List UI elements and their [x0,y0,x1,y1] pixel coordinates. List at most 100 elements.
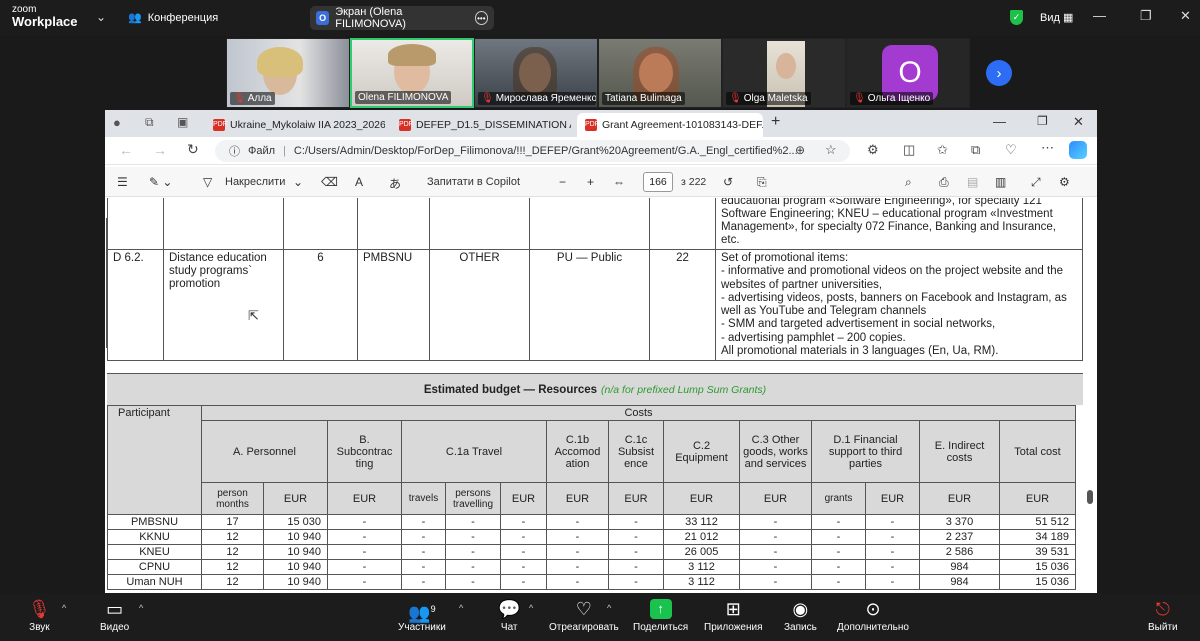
personnel-eur-cell: 10 940 [263,544,328,560]
more-icon[interactable]: ••• [474,11,488,25]
participant-name: 🎙 Мирослава Яременко... [478,92,596,105]
view-button[interactable]: Вид ▦ [1040,11,1073,24]
indirect-cell: 984 [919,574,1000,590]
new-tab-icon[interactable]: + [771,113,780,131]
rotate-icon[interactable]: ↺ [723,175,733,189]
eur-header: EUR [608,482,664,515]
ask-copilot-button[interactable]: Запитати в Copilot [427,176,520,188]
participant-tile[interactable]: O 🎙 Ольга Іщенко [846,38,970,108]
close-icon[interactable]: ✕ [1073,114,1084,130]
total-cell: 15 036 [999,559,1076,575]
read-aloud-icon[interactable]: A [355,175,363,189]
person-months-cell: 17 [201,514,264,530]
shield-check-icon[interactable]: ✓ [1010,10,1023,25]
deliverable-lead: PMBSNU [357,248,430,362]
extensions-icon[interactable]: ⚙ [867,142,879,158]
travels-cell: - [401,529,446,545]
minimize-icon[interactable]: — [993,114,1006,129]
search-icon[interactable]: ⌕ [905,175,912,190]
page-number-input[interactable]: 166 [643,172,673,192]
draw-icon[interactable]: ▽ [203,175,212,189]
equipment-cell: 3 112 [663,559,740,575]
subcontracting-cell: - [327,529,402,545]
tab-defep[interactable]: PDF DEFEP_D1.5_DISSEMINATION AN... ✕ [391,113,571,137]
screen-share-pill[interactable]: O Экран (Olena FILIMONOVA) ••• [310,6,494,30]
minimize-icon[interactable]: — [1093,8,1106,23]
mic-muted-icon: 🎙 [729,93,742,104]
copilot-icon[interactable] [1069,141,1087,159]
participant-tile-active[interactable]: Olena FILIMONOVA [350,38,474,108]
tab-grant-agreement[interactable]: PDF Grant Agreement-101083143-DEF... ✕ [577,113,763,137]
chat-button[interactable]: 💬 Чат [498,599,520,633]
split-screen-icon[interactable]: ◫ [903,142,915,158]
chevron-up-icon[interactable]: ^ [607,603,611,613]
share-button[interactable]: ↑ Поделиться [633,599,688,633]
record-button[interactable]: ◉ Запись [784,599,817,633]
desc-line: - advertising pamphlet – 200 copies. [721,331,906,344]
video-button[interactable]: ▭ Видео [100,599,129,633]
accommodation-cell: - [546,529,609,545]
save-as-icon[interactable]: ▥ [995,175,1006,189]
leave-button[interactable]: ⎋ Выйти [1148,599,1178,633]
close-icon[interactable]: ✕ [1180,8,1191,24]
chevron-up-icon[interactable]: ^ [529,603,533,613]
draw-label[interactable]: Накреслити [225,176,285,188]
chevron-up-icon[interactable]: ^ [62,603,66,613]
tab-actions-icon[interactable]: ▣ [177,115,188,129]
tab-ukraine[interactable]: PDF Ukraine_Mykolaiw IIA 2023_2026... ✕ [205,113,385,137]
travels-header: travels [401,482,446,515]
next-page-icon[interactable]: › [986,60,1012,86]
chevron-up-icon[interactable]: ^ [139,603,143,613]
chevron-up-icon[interactable]: ^ [459,603,463,613]
desc-line: Set of promotional items: [721,252,849,264]
chevron-down-icon[interactable]: ⌄ [293,175,303,189]
highlight-icon[interactable]: ✎ ⌄ [149,175,172,189]
budget-table: Participant Costs A. Personnel B. Subcon… [107,405,1076,590]
url-field[interactable]: ⓘ Файл | C:/Users/Admin/Desktop/ForDep_F… [215,140,850,162]
favorites-icon[interactable]: ✩ [937,142,948,158]
save-icon[interactable]: ▤ [967,175,978,189]
menu-more-icon[interactable]: ⋯ [1041,140,1054,156]
forward-icon[interactable]: → [153,142,167,158]
zoom-icon[interactable]: ⊕ [795,143,805,157]
refresh-icon[interactable]: ↻ [187,141,199,158]
chevron-down-icon[interactable]: ⌄ [96,10,106,24]
print-icon[interactable]: ⎙ [939,175,949,190]
shared-browser-window: ● ⧉ ▣ PDF Ukraine_Mykolaiw IIA 2023_2026… [105,110,1097,593]
participants-button[interactable]: 👥9 Участники [398,599,446,633]
fit-width-icon[interactable]: ⇔ [613,175,625,189]
contents-icon[interactable]: ☰ [117,175,128,189]
scrollbar[interactable] [1087,198,1093,593]
subcontracting-cell: - [327,544,402,560]
participant-tile[interactable]: Tatiana Bulimaga [598,38,722,108]
page-view-icon[interactable]: ⎘ [757,175,767,190]
apps-button[interactable]: ⊞ Приложения [704,599,763,633]
audio-button[interactable]: 🎙 Звук [28,599,51,633]
scrollbar-thumb[interactable] [1087,490,1093,504]
settings-icon[interactable]: ⚙ [1059,175,1070,189]
favorite-star-icon[interactable]: ☆ [825,142,837,158]
participant-tile[interactable]: 🎙 Алла [226,38,350,108]
participant-tile[interactable]: 🎙 Olga Maletska [722,38,846,108]
zoom-out-icon[interactable]: − [559,175,566,189]
eraser-icon[interactable]: ⌫ [321,175,338,189]
back-icon[interactable]: ← [119,142,133,158]
restore-icon[interactable]: ❐ [1037,114,1048,128]
collections-icon[interactable]: ⧉ [971,142,980,158]
workspaces-icon[interactable]: ⧉ [145,115,154,130]
desc-line: - informative and promotional videos on … [721,265,1064,278]
translate-icon[interactable]: あ [389,175,401,192]
tab-label: Ukraine_Mykolaiw IIA 2023_2026... [230,119,385,131]
indirect-cell: 3 370 [919,514,1000,530]
more-button[interactable]: ⊙ Дополнительно [837,599,909,633]
performance-icon[interactable]: ♡ [1005,142,1017,158]
zoom-in-icon[interactable]: + [587,175,594,189]
profile-icon[interactable]: ● [113,115,121,130]
participant-tile[interactable]: 🎙 Мирослава Яременко... [474,38,598,108]
participant-cell: CPNU [107,559,202,575]
restore-icon[interactable]: ❐ [1140,8,1152,24]
mouse-cursor-area [106,218,107,348]
eur-header: EUR [663,482,740,515]
fullscreen-icon[interactable]: ⤢ [1031,175,1041,190]
meeting-info-button[interactable]: 👥 Конференция [128,11,218,25]
